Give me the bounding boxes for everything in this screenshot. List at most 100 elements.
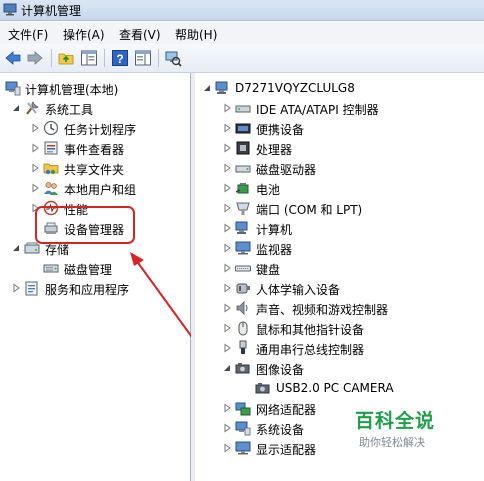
collapsed-arrow-icon[interactable] — [222, 183, 232, 193]
clock-icon — [43, 120, 59, 136]
shared-folder-icon — [43, 163, 59, 175]
disk-management-icon — [43, 264, 59, 273]
expanded-arrow-icon[interactable] — [11, 103, 21, 113]
menu-help[interactable]: 帮助(H) — [175, 26, 217, 43]
portable-device-icon — [235, 123, 251, 134]
collapsed-arrow-icon[interactable] — [30, 123, 40, 133]
collapsed-arrow-icon[interactable] — [222, 163, 232, 173]
services-icon — [25, 281, 38, 296]
watermark-title: 百科全说 — [355, 410, 436, 432]
computer-icon — [235, 221, 248, 234]
device-category-usb[interactable]: 通用串行总线控制器 — [195, 339, 484, 359]
port-icon — [236, 202, 250, 215]
collapsed-arrow-icon[interactable] — [30, 183, 40, 193]
back-arrow-icon[interactable] — [4, 49, 22, 67]
computer-icon — [215, 81, 228, 94]
device-category-portable[interactable]: 便携设备 — [195, 119, 484, 139]
device-category-hid[interactable]: 人体学输入设备 — [195, 279, 484, 299]
collapsed-arrow-icon[interactable] — [11, 283, 21, 293]
event-viewer-icon — [44, 141, 58, 155]
mouse-icon — [238, 321, 248, 336]
tree-item-task-scheduler[interactable]: 任务计划程序 — [0, 119, 190, 139]
device-category-keyboards[interactable]: 键盘 — [195, 259, 484, 279]
users-icon — [44, 182, 58, 195]
battery-icon — [235, 183, 249, 194]
device-category-sound[interactable]: 声音、视频和游戏控制器 — [195, 299, 484, 319]
expanded-arrow-icon[interactable] — [222, 363, 232, 373]
disk-drive-icon — [235, 165, 251, 173]
device-category-label: 电池 — [256, 183, 281, 197]
collapsed-arrow-icon[interactable] — [222, 143, 232, 153]
computer-management-icon — [5, 81, 21, 96]
device-category-battery[interactable]: 电池 — [195, 179, 484, 199]
device-category-ide[interactable]: IDE ATA/ATAPI 控制器 — [195, 99, 484, 119]
collapsed-arrow-icon[interactable] — [222, 403, 232, 413]
device-category-label: 便携设备 — [256, 123, 305, 137]
device-category-label: 图像设备 — [256, 363, 305, 377]
scan-hardware-icon[interactable] — [164, 49, 182, 67]
help-icon[interactable]: ? — [111, 49, 129, 67]
device-category-label: 通用串行总线控制器 — [256, 343, 365, 357]
device-category-monitors[interactable]: 监视器 — [195, 239, 484, 259]
processor-icon — [236, 141, 250, 155]
collapsed-arrow-icon[interactable] — [222, 343, 232, 353]
device-category-label: IDE ATA/ATAPI 控制器 — [256, 103, 379, 117]
collapsed-arrow-icon[interactable] — [30, 163, 40, 173]
forward-arrow-icon[interactable] — [26, 49, 44, 67]
tree-item-event-viewer[interactable]: 事件查看器 — [0, 139, 190, 159]
window-title: 计算机管理 — [21, 4, 82, 18]
device-category-processor[interactable]: 处理器 — [195, 139, 484, 159]
tree-item-label: 计算机管理(本地) — [25, 83, 119, 97]
tree-item-services-applications[interactable]: 服务和应用程序 — [0, 279, 190, 299]
show-hide-tree-icon[interactable] — [80, 49, 98, 67]
tree-item-label: 磁盘管理 — [64, 263, 113, 277]
folder-up-icon[interactable] — [57, 49, 75, 67]
collapsed-arrow-icon[interactable] — [222, 243, 232, 253]
collapsed-arrow-icon[interactable] — [222, 203, 232, 213]
device-tree-root[interactable]: D7271VQYZCLULG8 — [195, 79, 484, 99]
collapsed-arrow-icon[interactable] — [222, 303, 232, 313]
device-category-computer[interactable]: 计算机 — [195, 219, 484, 239]
collapsed-arrow-icon[interactable] — [222, 223, 232, 233]
menu-view[interactable]: 查看(V) — [119, 26, 161, 43]
menu-action[interactable]: 操作(A) — [63, 26, 105, 43]
device-category-label: 鼠标和其他指针设备 — [256, 323, 365, 337]
tree-item-shared-folders[interactable]: 共享文件夹 — [0, 159, 190, 179]
imaging-device-icon — [235, 363, 250, 374]
tree-item-disk-management[interactable]: 磁盘管理 — [0, 259, 190, 279]
tree-item-local-users-groups[interactable]: 本地用户和组 — [0, 179, 190, 199]
collapsed-arrow-icon[interactable] — [222, 283, 232, 293]
collapsed-arrow-icon[interactable] — [222, 423, 232, 433]
menu-file[interactable]: 文件(F) — [8, 26, 48, 43]
device-tree-root-label: D7271VQYZCLULG8 — [235, 81, 355, 95]
device-category-ports[interactable]: 端口 (COM 和 LPT) — [195, 199, 484, 219]
collapsed-arrow-icon[interactable] — [222, 443, 232, 453]
camera-icon — [255, 383, 270, 394]
collapsed-arrow-icon[interactable] — [222, 263, 232, 273]
sound-icon — [236, 301, 248, 315]
menu-bar: 文件(F) 操作(A) 查看(V) 帮助(H) — [0, 22, 484, 44]
highlight-box — [35, 206, 135, 244]
system-device-icon — [235, 421, 251, 436]
tree-item-label: 本地用户和组 — [64, 183, 137, 197]
device-category-label: 处理器 — [256, 143, 293, 157]
collapsed-arrow-icon[interactable] — [222, 103, 232, 113]
collapsed-arrow-icon[interactable] — [30, 143, 40, 153]
collapsed-arrow-icon[interactable] — [222, 323, 232, 333]
tree-item-system-tools[interactable]: 系统工具 — [0, 99, 190, 119]
device-category-label: 网络适配器 — [256, 403, 317, 417]
properties-panel-icon[interactable] — [134, 49, 152, 67]
computer-management-icon — [3, 3, 17, 16]
tree-item-computer-management[interactable]: 计算机管理(本地) — [0, 79, 190, 99]
device-usb-camera[interactable]: USB2.0 PC CAMERA — [195, 379, 484, 399]
device-category-label: 声音、视频和游戏控制器 — [256, 303, 389, 317]
collapsed-arrow-icon[interactable] — [222, 123, 232, 133]
expanded-arrow-icon[interactable] — [11, 243, 21, 253]
navigation-tree: 计算机管理(本地) 系统工具 任务计划程序 事件查看器 共享文件夹 本地用户和组… — [0, 73, 191, 481]
expanded-arrow-icon[interactable] — [202, 83, 212, 93]
device-category-imaging[interactable]: 图像设备 — [195, 359, 484, 379]
device-category-label: 计算机 — [256, 223, 293, 237]
device-category-mice[interactable]: 鼠标和其他指针设备 — [195, 319, 484, 339]
device-category-disk-drives[interactable]: 磁盘驱动器 — [195, 159, 484, 179]
tree-item-label: 任务计划程序 — [64, 123, 137, 137]
